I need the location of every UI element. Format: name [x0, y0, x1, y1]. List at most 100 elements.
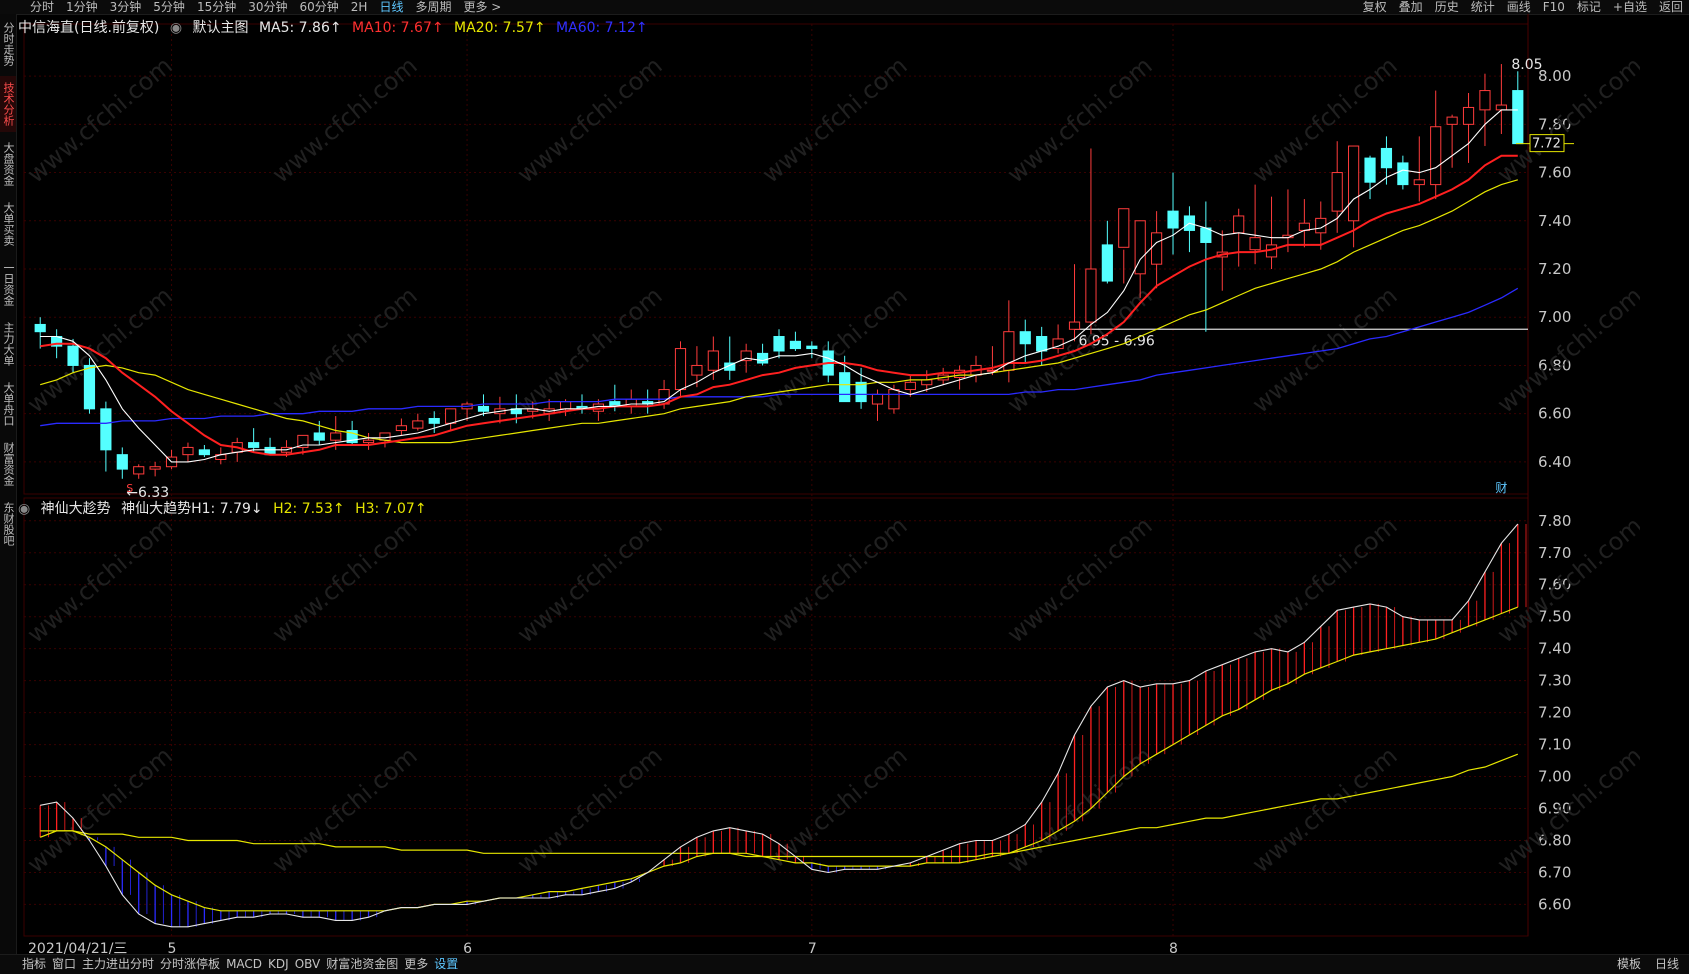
candle-body	[330, 432, 342, 441]
main-y-tick-label: 6.60	[1538, 405, 1571, 423]
candle-body	[149, 466, 161, 470]
left-tab-2[interactable]: 大盘资金	[0, 136, 16, 192]
ma20-value: MA20: 7.57↑	[454, 20, 546, 36]
period-tab-3[interactable]: 5分钟	[153, 0, 185, 14]
main-chart-header: 中信海直(日线.前复权) ◉ 默认主图 MA5: 7.86↑ MA10: 7.6…	[18, 17, 654, 37]
indicator-tab-1[interactable]: 窗口	[52, 955, 76, 974]
watermark-text: www.cfchi.com	[22, 741, 178, 878]
sub-y-tick-label: 7.30	[1538, 672, 1571, 690]
main-y-tick-label: 7.20	[1538, 260, 1571, 278]
x-axis-month-label: 7	[808, 941, 817, 954]
candle-body	[789, 340, 802, 350]
indicator-tab-5[interactable]: KDJ	[268, 955, 289, 974]
x-axis-month-label: 8	[1169, 941, 1178, 954]
period-tab-2[interactable]: 3分钟	[110, 0, 142, 14]
tool-button-7[interactable]: +自选	[1613, 0, 1647, 14]
sub-y-tick-label: 6.60	[1538, 895, 1571, 913]
indicator-tab-6[interactable]: OBV	[295, 955, 321, 974]
bottom-right-button-0[interactable]: 模板	[1617, 955, 1641, 974]
period-tab-8[interactable]: 日线	[379, 0, 403, 14]
watermark-text: www.cfchi.com	[22, 51, 178, 188]
chart-area[interactable]: 8.00 7.80 7.60 7.40 7.20 7.00 6.80 6.60 6.40 7.80…	[16, 14, 1640, 954]
left-tab-7[interactable]: 财富资金	[0, 436, 16, 492]
candle-body	[133, 466, 145, 475]
bottom-right-button-1[interactable]: 日线	[1655, 955, 1679, 974]
main-panel-frame	[23, 23, 1529, 495]
tool-button-2[interactable]: 历史	[1435, 0, 1459, 14]
candle-body	[1446, 116, 1458, 125]
candle-body	[1331, 172, 1343, 212]
indicator-tab-9[interactable]: 设置	[434, 955, 458, 974]
main-y-tick-label: 7.40	[1538, 212, 1571, 230]
candle-body	[1068, 321, 1081, 330]
indicator-name[interactable]: 神仙大趁势	[41, 501, 111, 517]
high-price-label: 8.05	[1511, 57, 1542, 73]
period-tab-6[interactable]: 60分钟	[300, 0, 339, 14]
tool-button-1[interactable]: 叠加	[1399, 0, 1423, 14]
left-tab-0[interactable]: 分时走势	[0, 16, 16, 72]
candle-body	[428, 417, 440, 424]
left-tab-6[interactable]: 大单舟口	[0, 376, 16, 432]
tool-button-4[interactable]: 画线	[1507, 0, 1531, 14]
period-tab-5[interactable]: 30分钟	[248, 0, 287, 14]
period-tab-1[interactable]: 1分钟	[66, 0, 98, 14]
candle-body	[707, 350, 719, 371]
candle-body	[756, 352, 769, 364]
left-tab-5[interactable]: 主力大单	[0, 316, 16, 372]
period-tab-9[interactable]: 多周期	[415, 0, 451, 14]
watermark-text: www.cfchi.com	[1002, 741, 1158, 878]
candle-body	[625, 398, 637, 407]
left-tab-1[interactable]: 技术分析	[0, 76, 16, 132]
ma5-value: MA5: 7.86↑	[258, 20, 342, 36]
sub-settings-icon[interactable]: ◉	[18, 501, 30, 517]
candle-body	[1019, 331, 1031, 345]
finance-marker: 财	[1495, 481, 1507, 495]
sub-y-tick-label: 7.20	[1538, 704, 1571, 722]
main-y-tick-label: 6.40	[1538, 453, 1571, 471]
watermark-text: www.cfchi.com	[22, 511, 178, 648]
candle-body	[362, 439, 375, 444]
indicator-tab-2[interactable]: 主力进出分时	[82, 955, 154, 974]
main-y-tick-label: 7.00	[1538, 308, 1571, 326]
indicator-tab-3[interactable]: 分时涨停板	[160, 955, 220, 974]
indicator-tab-7[interactable]: 财富池资金图	[326, 955, 398, 974]
indicator-tab-0[interactable]: 指标	[22, 955, 46, 974]
stock-name[interactable]: 中信海直(日线.前复权)	[18, 20, 159, 36]
tool-button-3[interactable]: 统计	[1471, 0, 1495, 14]
tool-button-5[interactable]: F10	[1543, 0, 1565, 14]
h3-value: H3: 7.07↑	[355, 501, 427, 517]
tool-button-6[interactable]: 标记	[1577, 0, 1601, 14]
watermark-text: www.cfchi.com	[267, 741, 423, 878]
tool-button-8[interactable]: 返回	[1659, 0, 1683, 14]
period-tab-0[interactable]: 分时	[30, 0, 54, 14]
watermark-text: www.cfchi.com	[1002, 511, 1158, 648]
bottom-toolbar: 指标 窗口 主力进出分时 分时涨停板 MACD KDJ OBV 财富池资金图 更多 设置 模板 日线	[0, 954, 1689, 974]
left-tab-8[interactable]: 东财股吧	[0, 496, 16, 552]
settings-icon[interactable]: ◉	[170, 20, 182, 36]
period-tab-4[interactable]: 15分钟	[197, 0, 236, 14]
chart-canvas[interactable]: 8.007.807.607.407.207.006.806.606.407.80…	[16, 14, 1640, 954]
period-tabs: 分时 1分钟 3分钟 5分钟 15分钟 30分钟 60分钟 2H 日线 多周期 更多 >	[30, 0, 501, 14]
indicator-tab-8[interactable]: 更多	[404, 955, 428, 974]
watermark-text: www.cfchi.com	[1492, 741, 1640, 878]
indicator-tab-4[interactable]: MACD	[226, 955, 262, 974]
candle-body	[1200, 227, 1212, 243]
tool-button-0[interactable]: 复权	[1363, 0, 1387, 14]
sub-y-tick-label: 7.00	[1538, 768, 1571, 786]
chart-name[interactable]: 默认主图	[193, 20, 249, 36]
candle-body	[198, 449, 210, 456]
candle-body	[773, 336, 785, 352]
left-tab-4[interactable]: 一日资金	[0, 256, 16, 312]
candle-body	[445, 408, 457, 424]
period-tab-7[interactable]: 2H	[351, 0, 368, 14]
watermark-text: www.cfchi.com	[267, 51, 423, 188]
candle-body	[1085, 268, 1097, 323]
indicator-tabs: 指标 窗口 主力进出分时 分时涨停板 MACD KDJ OBV 财富池资金图 更多 设置	[22, 955, 458, 974]
period-tab-10[interactable]: 更多 >	[463, 0, 501, 14]
left-tab-3[interactable]: 大单买卖	[0, 196, 16, 252]
candle-body	[67, 345, 79, 366]
candle-body	[182, 446, 194, 456]
candle-body	[1413, 179, 1425, 186]
ma10-value: MA10: 7.67↑	[352, 20, 444, 36]
candle-body	[1479, 90, 1491, 111]
